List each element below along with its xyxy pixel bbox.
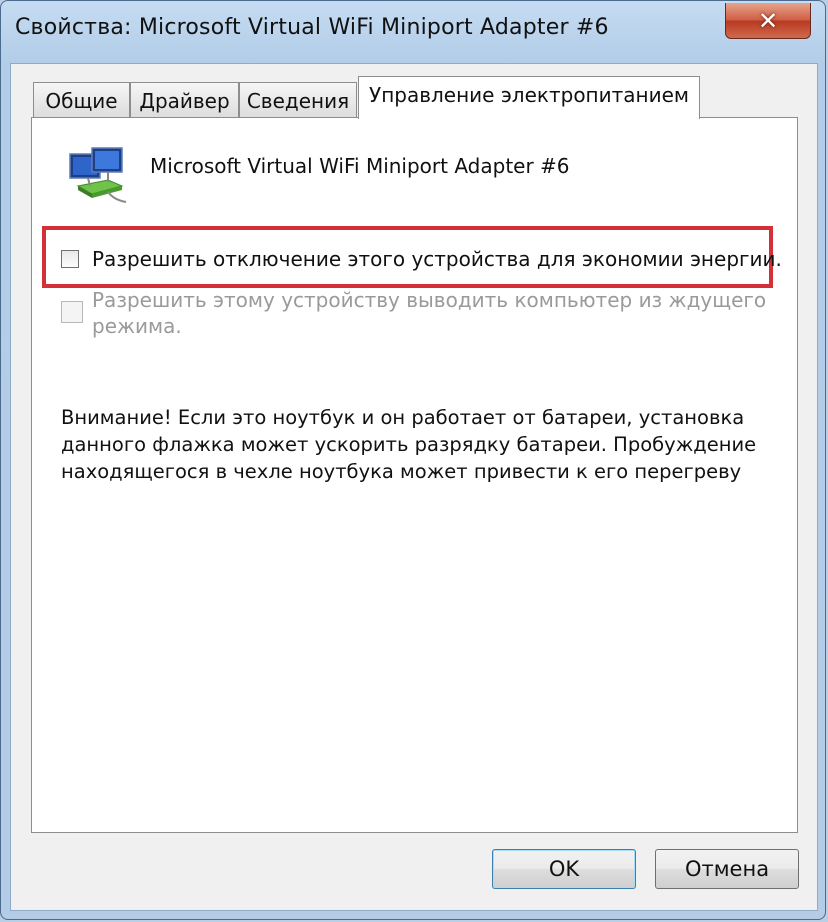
- window-title: Свойства: Microsoft Virtual WiFi Minipor…: [15, 15, 609, 40]
- adapter-name: Microsoft Virtual WiFi Miniport Adapter …: [150, 154, 570, 178]
- dialog-client-area: Общие Драйвер Сведения Управление электр…: [10, 63, 818, 911]
- tab-general[interactable]: Общие: [33, 82, 130, 118]
- warning-line-2: данного флажка может ускорить разрядку б…: [61, 433, 757, 456]
- allow-power-off-checkbox[interactable]: [61, 250, 79, 268]
- warning-line-1: Внимание! Если это ноутбук и он работает…: [61, 406, 745, 429]
- power-management-panel: Microsoft Virtual WiFi Miniport Adapter …: [31, 117, 798, 833]
- ok-button[interactable]: OK: [492, 849, 636, 889]
- warning-line-3: находящегося в чехле ноутбука может прив…: [61, 460, 742, 483]
- allow-power-off-label[interactable]: Разрешить отключение этого устройства дл…: [92, 246, 782, 272]
- close-button[interactable]: ✕: [725, 3, 811, 39]
- allow-wake-label-line1: Разрешить этому устройству выводить комп…: [92, 288, 767, 312]
- allow-wake-checkbox: [61, 301, 83, 323]
- title-bar[interactable]: Свойства: Microsoft Virtual WiFi Minipor…: [1, 1, 825, 63]
- tab-details[interactable]: Сведения: [239, 82, 357, 118]
- allow-wake-label-line2: режима.: [92, 314, 182, 338]
- network-adapter-icon: [69, 147, 127, 203]
- close-icon: ✕: [757, 6, 779, 35]
- tab-driver[interactable]: Драйвер: [130, 82, 239, 118]
- tab-power-management[interactable]: Управление электропитанием: [358, 76, 700, 119]
- cancel-button[interactable]: Отмена: [655, 849, 799, 889]
- properties-dialog: Свойства: Microsoft Virtual WiFi Minipor…: [0, 0, 826, 920]
- allow-wake-label: Разрешить этому устройству выводить комп…: [92, 287, 766, 339]
- battery-warning-text: Внимание! Если это ноутбук и он работает…: [61, 404, 761, 485]
